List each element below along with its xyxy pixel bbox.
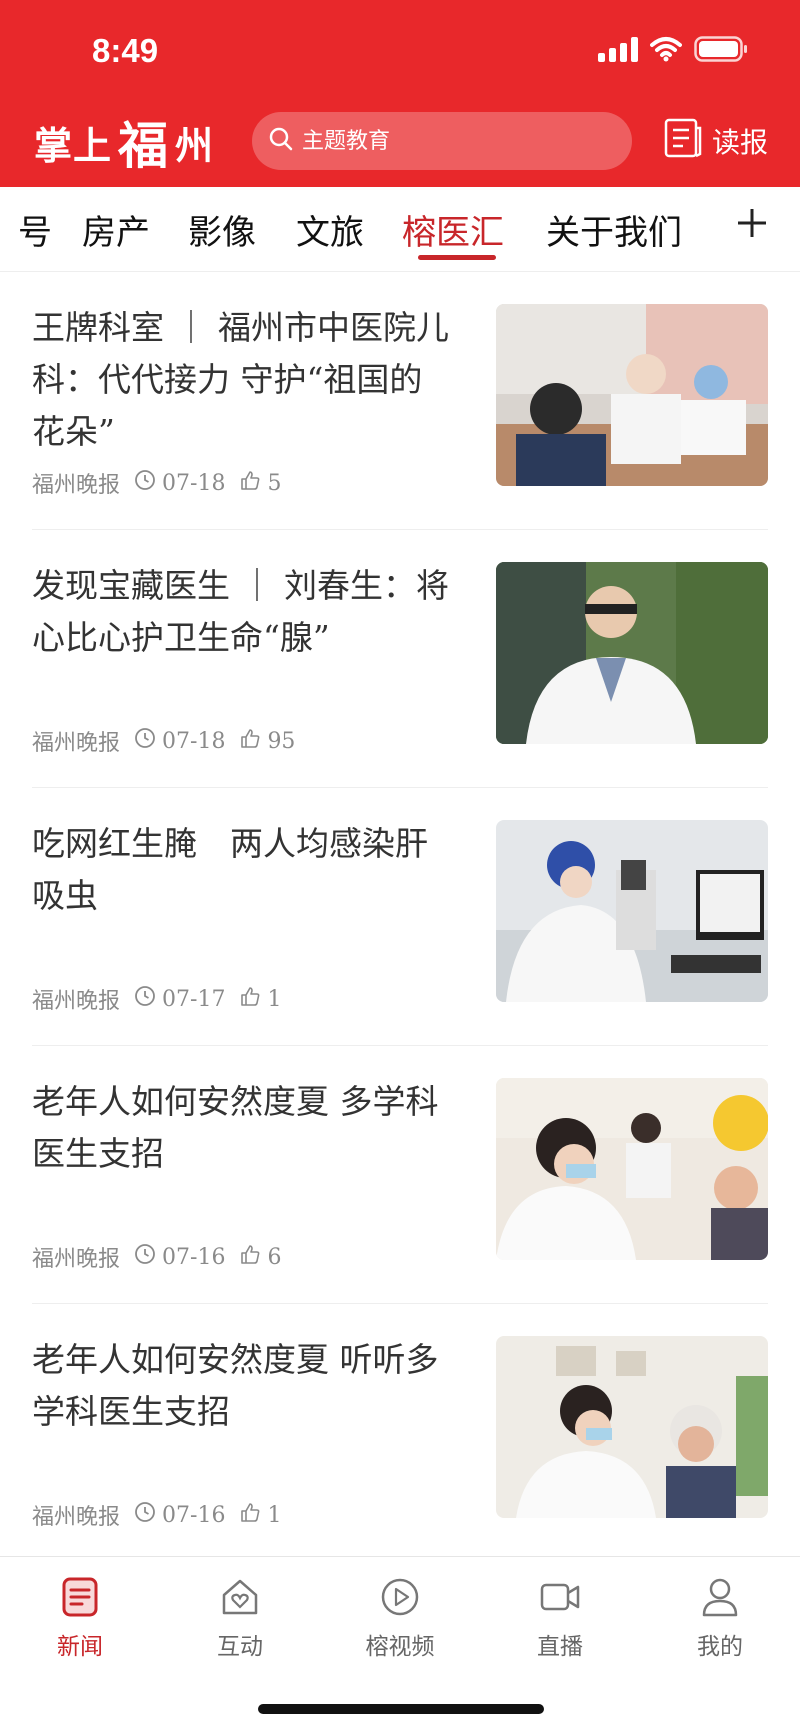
nav-interaction[interactable]: 互动: [180, 1575, 300, 1661]
news-likes: 6: [267, 1244, 282, 1270]
logo-text-fu: 福: [118, 116, 170, 175]
news-source: 福州晚报: [32, 989, 121, 1014]
news-title[interactable]: 王牌科室 ｜ 福州市中医院儿科：代代接力 守护“祖国的花朵”: [32, 302, 452, 458]
news-date: 07-16: [162, 1244, 226, 1270]
video-icon: [378, 1575, 422, 1619]
nav-video[interactable]: 榕视频: [340, 1575, 460, 1661]
tab-hao[interactable]: 号: [18, 205, 52, 254]
profile-icon: [698, 1575, 742, 1619]
status-time: 8:49: [92, 32, 159, 69]
news-likes: 95: [267, 728, 296, 754]
news-thumbnail[interactable]: [496, 820, 768, 1002]
news-meta: 福州晚报 07-16 1: [32, 1500, 281, 1530]
news-item[interactable]: 老年人如何安然度夏 听听多学科医生支招 福州晚报 07-16 1: [32, 1304, 768, 1562]
news-likes: 1: [267, 986, 282, 1012]
news-thumbnail[interactable]: [496, 1078, 768, 1260]
nav-news[interactable]: 新闻: [20, 1575, 140, 1661]
news-item[interactable]: 老年人如何安然度夏 多学科医生支招 福州晚报 07-16 6: [32, 1046, 768, 1304]
news-title[interactable]: 发现宝藏医生 ｜ 刘春生：将心比心护卫生命“腺”: [32, 560, 452, 664]
nav-live[interactable]: 直播: [500, 1575, 620, 1661]
wifi-icon: [650, 36, 682, 62]
news-icon: [58, 1575, 102, 1619]
news-thumbnail[interactable]: [496, 304, 768, 486]
news-likes: 5: [267, 470, 282, 496]
news-title[interactable]: 老年人如何安然度夏 听听多学科医生支招: [32, 1334, 452, 1438]
nav-interaction-label: 互动: [217, 1634, 263, 1660]
search-icon: [268, 126, 294, 156]
news-item[interactable]: 王牌科室 ｜ 福州市中医院儿科：代代接力 守护“祖国的花朵” 福州晚报 07-1…: [32, 272, 768, 530]
tab-about-us[interactable]: 关于我们: [546, 205, 682, 254]
news-title[interactable]: 吃网红生腌 两人均感染肝吸虫: [32, 818, 452, 922]
tab-real-estate[interactable]: 房产: [82, 205, 150, 254]
news-date: 07-18: [162, 470, 226, 496]
news-date: 07-18: [162, 728, 226, 754]
nav-news-label: 新闻: [57, 1634, 103, 1660]
thumbs-up-icon[interactable]: [239, 985, 261, 1013]
read-paper-button[interactable]: 读报: [664, 116, 768, 166]
signal-icon: [598, 36, 638, 62]
search-input[interactable]: [302, 128, 602, 154]
tab-culture-travel[interactable]: 文旅: [296, 205, 364, 254]
interaction-icon: [218, 1575, 262, 1619]
news-date: 07-17: [162, 986, 226, 1012]
header-nav-row: 掌上 福 州 读报: [0, 110, 800, 175]
news-meta: 福州晚报 07-18 5: [32, 468, 281, 498]
clock-icon: [134, 727, 156, 755]
app-header: 8:49 掌上 福 州 主题教育 读报: [0, 0, 800, 187]
news-thumbnail[interactable]: [496, 562, 768, 744]
search-bar[interactable]: [252, 112, 632, 170]
nav-profile[interactable]: 我的: [660, 1575, 780, 1661]
battery-icon: [694, 36, 748, 62]
clock-icon: [134, 469, 156, 497]
news-meta: 福州晚报 07-18 95: [32, 726, 295, 756]
thumbs-up-icon[interactable]: [239, 727, 261, 755]
news-meta: 福州晚报 07-16 6: [32, 1242, 281, 1272]
nav-live-label: 直播: [537, 1634, 583, 1660]
thumbs-up-icon[interactable]: [239, 1501, 261, 1529]
news-likes: 1: [267, 1502, 282, 1528]
news-source: 福州晚报: [32, 473, 121, 498]
read-paper-label: 读报: [711, 126, 768, 159]
thumbs-up-icon[interactable]: [239, 1243, 261, 1271]
add-channel-icon[interactable]: [730, 201, 774, 245]
channel-tabs: 号 房产 影像 文旅 榕医汇 关于我们: [0, 187, 800, 272]
clock-icon: [134, 1501, 156, 1529]
home-indicator: [258, 1704, 544, 1714]
news-meta: 福州晚报 07-17 1: [32, 984, 281, 1014]
app-logo[interactable]: 掌上 福 州: [34, 116, 215, 175]
nav-profile-label: 我的: [697, 1634, 743, 1660]
logo-text-right: 州: [175, 122, 215, 168]
clock-icon: [134, 985, 156, 1013]
news-source: 福州晚报: [32, 1505, 121, 1530]
nav-video-label: 榕视频: [365, 1634, 435, 1660]
status-icons: [598, 36, 748, 62]
active-tab-indicator: [418, 255, 496, 260]
live-camera-icon: [538, 1575, 582, 1619]
tab-health[interactable]: 榕医汇: [402, 205, 504, 254]
logo-text-left: 掌上: [34, 122, 113, 168]
news-title[interactable]: 老年人如何安然度夏 多学科医生支招: [32, 1076, 452, 1180]
news-item[interactable]: 发现宝藏医生 ｜ 刘春生：将心比心护卫生命“腺” 福州晚报 07-18 95: [32, 530, 768, 788]
news-source: 福州晚报: [32, 1247, 121, 1272]
tab-images[interactable]: 影像: [188, 205, 256, 254]
news-source: 福州晚报: [32, 731, 121, 756]
status-bar: 8:49: [0, 0, 800, 104]
news-thumbnail[interactable]: [496, 1336, 768, 1518]
news-item[interactable]: 吃网红生腌 两人均感染肝吸虫 福州晚报 07-17 1: [32, 788, 768, 1046]
newspaper-icon: [664, 118, 702, 165]
news-date: 07-16: [162, 1502, 226, 1528]
clock-icon: [134, 1243, 156, 1271]
thumbs-up-icon[interactable]: [239, 469, 261, 497]
